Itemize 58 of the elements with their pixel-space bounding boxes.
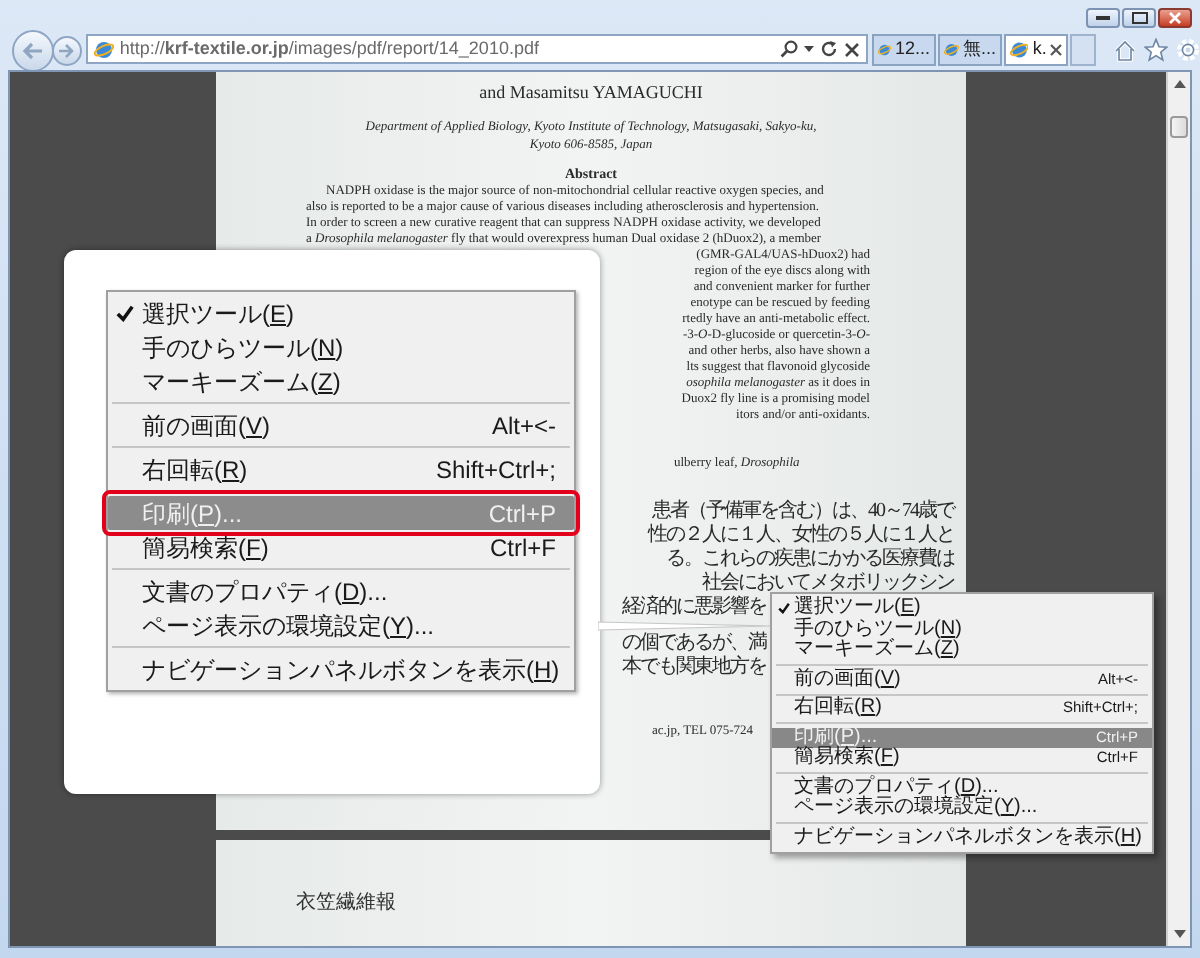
search-icon[interactable] — [780, 40, 799, 58]
scrollbar[interactable] — [1166, 72, 1190, 946]
menu-item[interactable]: ページ表示の環境設定(Y)... — [772, 798, 1152, 819]
scrollbar-thumb[interactable] — [1170, 116, 1188, 138]
menu-item[interactable]: 前の画面(V) Alt+<- — [108, 408, 574, 442]
browser-tab[interactable]: 無... — [938, 34, 1003, 66]
up-arrow-icon[interactable] — [1173, 80, 1185, 88]
globe-icon — [878, 40, 892, 60]
text-line: 性の２人に１人、女性の５人に１人と — [648, 524, 954, 547]
menu-item[interactable]: ナビゲーションパネルボタンを表示(H) — [772, 827, 1152, 848]
text-line: る。これらの疾患にかかる医療費は — [666, 548, 954, 571]
url-text: http://krf-textile.or.jp/images/pdf/report/14_2010.pdf — [119, 35, 541, 62]
menu-item[interactable]: ページ表示の環境設定(Y)... — [108, 608, 574, 642]
close-icon — [1168, 12, 1182, 24]
caret-icon[interactable] — [804, 46, 815, 52]
globe-icon — [1010, 40, 1029, 60]
back-button[interactable] — [12, 30, 54, 72]
globe-icon — [944, 40, 960, 60]
browser-tab[interactable]: k. — [1004, 34, 1069, 66]
menu-item[interactable]: 文書のプロパティ(D)... — [108, 574, 574, 608]
text-line: 患者（予備軍を含む）は、40～74歳で — [652, 500, 954, 523]
menu-item[interactable]: ナビゲーションパネルボタンを表示(H) — [108, 652, 574, 686]
shortcut-label: Shift+Ctrl+; — [435, 453, 556, 487]
home-icon[interactable] — [1114, 39, 1136, 61]
address-bar[interactable]: http://krf-textile.or.jp/images/pdf/report/14_2010.pdf — [85, 34, 869, 64]
star-icon[interactable] — [1144, 38, 1168, 62]
browser-tab[interactable]: 12... — [872, 34, 937, 66]
page-header: 衣笠繊維報 — [296, 892, 396, 916]
shortcut-label: Ctrl+P — [488, 497, 556, 531]
minimize-icon — [1096, 16, 1110, 20]
text-line: の個であるが、満 — [622, 632, 766, 655]
settings-icon[interactable] — [1176, 38, 1200, 62]
menu-item[interactable]: マーキーズーム(Z) — [108, 364, 574, 398]
menu-item[interactable]: 簡易検索(F) Ctrl+F — [108, 530, 574, 564]
text-line: 本でも関東地方を — [622, 656, 766, 680]
menu-item[interactable]: 選択ツール(E) — [772, 598, 1152, 619]
shortcut-label: Ctrl+F — [490, 531, 556, 565]
restore-icon — [1131, 12, 1147, 24]
menu-item[interactable]: 手のひらツール(N) — [772, 619, 1152, 640]
refresh-icon[interactable] — [820, 40, 839, 58]
text-line: 経済的に悪影響を — [622, 596, 766, 620]
shortcut-label: Alt+<- — [491, 409, 556, 443]
down-arrow-icon[interactable] — [1173, 930, 1185, 938]
text-line: 社会においてメタボリックシン — [702, 572, 954, 595]
menu-item[interactable]: 文書のプロパティ(D)... — [772, 777, 1152, 798]
right-arrow-icon — [58, 44, 75, 58]
menu-item[interactable]: 選択ツール(E) — [108, 296, 574, 330]
close-button[interactable] — [1158, 8, 1192, 28]
close-icon[interactable] — [1050, 44, 1063, 56]
globe-icon — [93, 39, 114, 59]
menu-item[interactable]: 手のひらツール(N) — [108, 330, 574, 364]
author-line: and Masamitsu YAMAGUCHI — [479, 82, 703, 104]
menu-item[interactable]: マーキーズーム(Z) — [772, 640, 1152, 661]
stop-icon[interactable] — [844, 41, 861, 57]
menu-item[interactable]: 右回転(R) Shift+Ctrl+; — [108, 452, 574, 486]
minimize-button[interactable] — [1086, 8, 1120, 28]
maximize-button[interactable] — [1122, 8, 1156, 28]
left-arrow-icon — [21, 42, 44, 60]
